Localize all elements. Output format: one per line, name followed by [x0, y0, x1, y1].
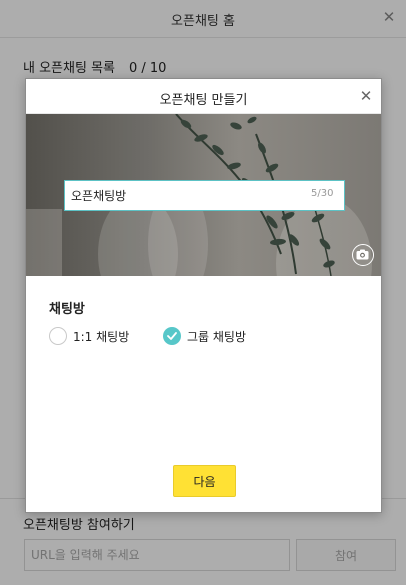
radio-one-to-one[interactable]: 1:1 채팅방 [49, 326, 169, 346]
close-icon[interactable]: ✕ [358, 88, 374, 104]
dialog-title: 오픈채팅 만들기 [159, 93, 248, 108]
name-char-counter: 5/30 [311, 188, 334, 199]
camera-glyph [356, 249, 369, 260]
radio-unchecked-icon [49, 327, 67, 345]
radio-checked-icon [163, 327, 181, 345]
radio-label-one-to-one: 1:1 채팅방 [73, 330, 130, 344]
camera-icon[interactable] [352, 244, 374, 266]
dialog-header: 오픈채팅 만들기 ✕ [26, 79, 381, 114]
create-open-chat-dialog: 오픈채팅 만들기 ✕ 오픈채팅방 5/30 채팅방 1:1 채팅방 그룹 채팅방… [25, 78, 382, 513]
chat-room-name-input[interactable] [64, 180, 345, 211]
radio-label-group-chat: 그룹 채팅방 [187, 330, 247, 344]
checkmark-icon [167, 332, 177, 340]
chat-type-section-title: 채팅방 [49, 302, 85, 317]
next-button[interactable]: 다음 [173, 465, 236, 497]
cover-image: 5/30 [26, 114, 381, 276]
radio-group-chat[interactable]: 그룹 채팅방 [163, 326, 283, 346]
